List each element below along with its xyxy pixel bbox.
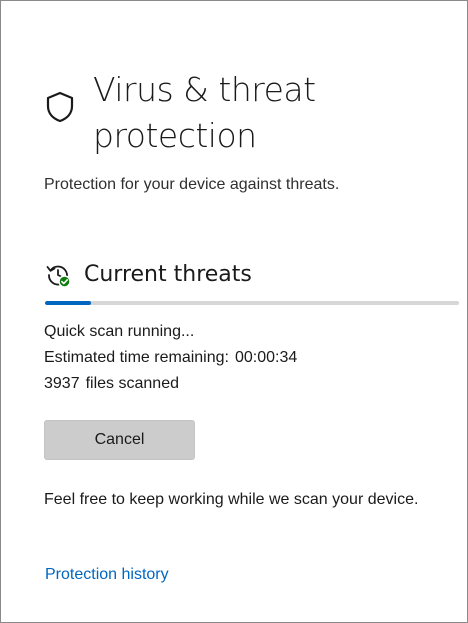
protection-history-link[interactable]: Protection history — [45, 564, 169, 586]
scan-progress-bar — [45, 301, 459, 305]
shield-icon — [46, 91, 74, 123]
scan-status: Quick scan running... — [44, 323, 195, 340]
time-remaining: Estimated time remaining: 00:00:34 — [44, 347, 297, 369]
files-scanned: 3937 files scanned — [44, 373, 179, 395]
files-scanned-label: files scanned — [85, 375, 179, 392]
cancel-scan-button[interactable]: Cancel — [44, 420, 195, 460]
time-remaining-value: 00:00:34 — [234, 349, 298, 366]
page-subtitle: Protection for your device against threa… — [44, 176, 340, 193]
time-remaining-label: Estimated time remaining: — [44, 349, 229, 366]
refresh-check-icon — [46, 265, 71, 288]
scan-progress-fill — [45, 301, 91, 305]
window-frame: Virus & threat protection Protection for… — [0, 0, 468, 623]
current-threats-heading: Current threats — [84, 262, 252, 287]
scan-note: Feel free to keep working while we scan … — [44, 491, 419, 508]
page-title: Virus & threat protection — [93, 70, 316, 155]
files-scanned-count: 3937 — [44, 375, 80, 392]
